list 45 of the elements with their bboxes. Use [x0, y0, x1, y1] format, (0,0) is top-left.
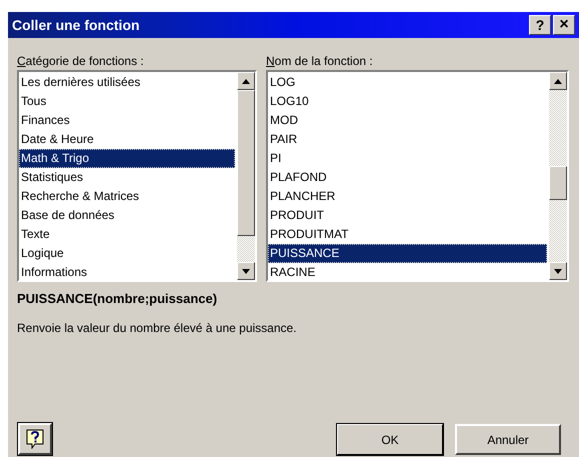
category-item[interactable]: Les dernières utilisées	[19, 73, 237, 92]
function-item[interactable]: PRODUITMAT	[268, 225, 549, 244]
category-label: Catégorie de fonctions :	[17, 53, 145, 68]
category-item[interactable]: Informations	[19, 263, 237, 282]
scroll-down-button[interactable]	[237, 262, 255, 280]
category-item[interactable]: Texte	[19, 225, 237, 244]
function-label: Nom de la fonction :	[266, 53, 374, 68]
function-item[interactable]: PI	[268, 149, 549, 168]
function-item[interactable]: PAIR	[268, 130, 549, 149]
down-arrow-icon	[242, 268, 250, 274]
ok-button[interactable]: OK	[337, 424, 443, 455]
help-balloon-icon	[26, 429, 44, 449]
function-item[interactable]: MOD	[268, 111, 549, 130]
scrollbar[interactable]	[549, 72, 567, 280]
function-item[interactable]: PUISSANCE	[268, 244, 547, 263]
function-item[interactable]: LOG10	[268, 92, 549, 111]
category-item[interactable]: Recherche & Matrices	[19, 187, 237, 206]
function-item[interactable]: PRODUIT	[268, 206, 549, 225]
function-item[interactable]: LOG	[268, 73, 549, 92]
help-button[interactable]: ?	[529, 15, 551, 35]
cancel-button[interactable]: Annuler	[455, 424, 561, 455]
function-item[interactable]: PLANCHER	[268, 187, 549, 206]
down-arrow-icon	[554, 268, 562, 274]
category-item[interactable]: Base de données	[19, 206, 237, 225]
up-arrow-icon	[242, 78, 250, 84]
scroll-thumb[interactable]	[549, 166, 567, 200]
function-description: Renvoie la valeur du nombre élevé à une puissance.	[17, 320, 298, 336]
close-button[interactable]: ×	[553, 15, 575, 35]
scroll-up-button[interactable]	[549, 72, 567, 90]
category-item[interactable]: Tous	[19, 92, 237, 111]
category-item[interactable]: Finances	[19, 111, 237, 130]
scroll-down-button[interactable]	[549, 262, 567, 280]
scroll-thumb[interactable]	[237, 90, 255, 236]
category-item[interactable]: Logique	[19, 244, 237, 263]
function-syntax: PUISSANCE(nombre;puissance)	[17, 290, 218, 308]
help-button[interactable]	[18, 423, 52, 455]
category-item[interactable]: Statistiques	[19, 168, 237, 187]
category-item[interactable]: Date & Heure	[19, 130, 237, 149]
category-item[interactable]: Math & Trigo	[19, 149, 235, 168]
function-item[interactable]: RACINE	[268, 263, 549, 282]
window-title: Coller une fonction	[12, 16, 141, 34]
function-item[interactable]: PLAFOND	[268, 168, 549, 187]
scroll-up-button[interactable]	[237, 72, 255, 90]
scrollbar[interactable]	[237, 72, 255, 280]
up-arrow-icon	[554, 78, 562, 84]
